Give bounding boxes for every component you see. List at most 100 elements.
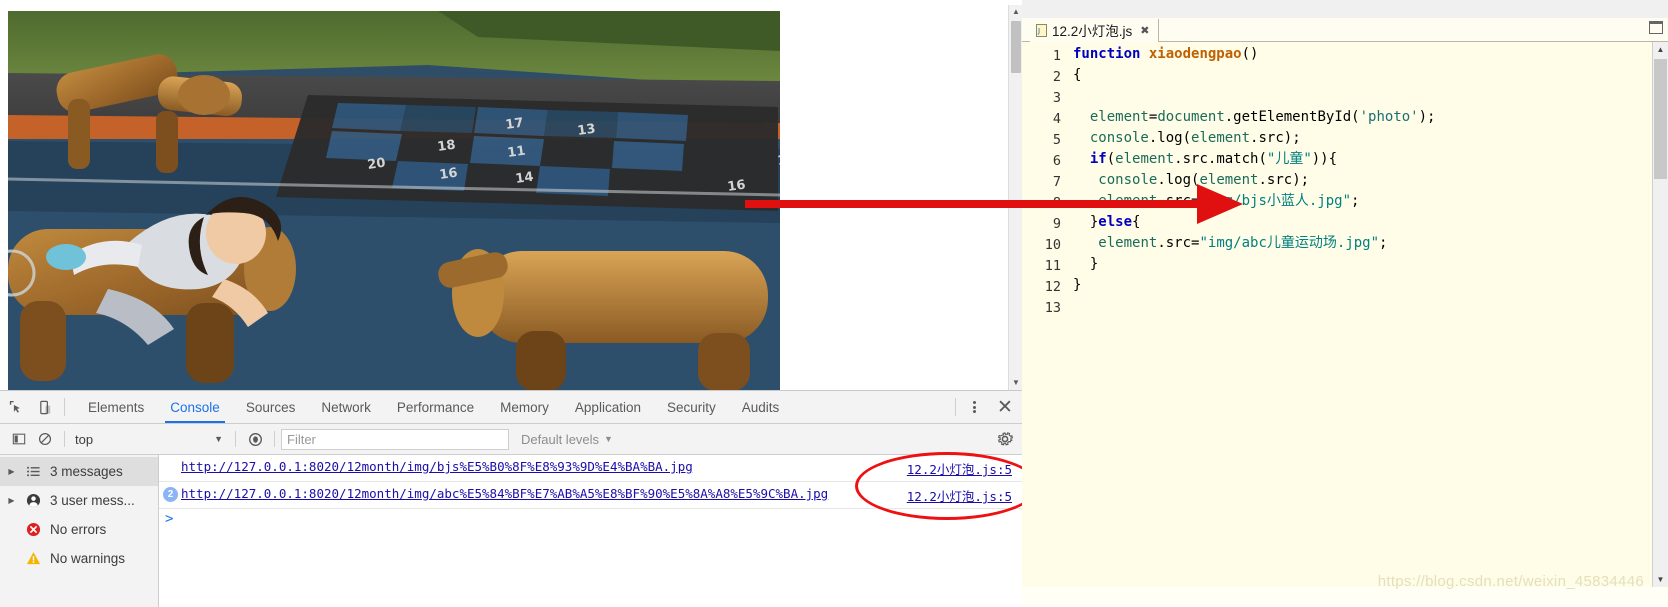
message-source-link[interactable]: 12.2小灯泡.js:5 [907, 486, 1012, 505]
filterbar-divider-1 [64, 431, 65, 447]
close-icon[interactable]: ✕ [988, 391, 1022, 423]
editor-code-area[interactable]: function xiaodengpao(){ element=document… [1067, 42, 1653, 587]
code-line: element=document.getElementById('photo')… [1073, 107, 1435, 128]
tab-label: Elements [88, 400, 144, 415]
tab-memory[interactable]: Memory [487, 391, 562, 423]
sidebar-item-label: No warnings [50, 551, 125, 566]
sidebar-item-warnings[interactable]: No warnings [0, 544, 158, 573]
code-line: console.log(element.src); [1073, 128, 1301, 149]
console-prompt[interactable]: > [159, 509, 1022, 537]
live-expression-icon[interactable] [242, 427, 268, 451]
line-number: 9 [1021, 214, 1061, 235]
code-line: } [1073, 275, 1081, 296]
tab-console[interactable]: Console [157, 391, 233, 423]
message-source-link[interactable]: 12.2小灯泡.js:5 [907, 459, 1012, 478]
tab-elements[interactable]: Elements [75, 391, 157, 423]
editor-scroll-down-arrow[interactable]: ▼ [1653, 572, 1668, 587]
code-line: element.src="img/abc儿童运动场.jpg"; [1073, 233, 1387, 254]
tab-audits[interactable]: Audits [729, 391, 793, 423]
code-line: }else{ [1073, 212, 1140, 233]
code-line: console.log(element.src); [1073, 170, 1309, 191]
editor-scroll-up-arrow[interactable]: ▲ [1653, 42, 1668, 57]
message-url-link[interactable]: http://127.0.0.1:8020/12month/img/abc%E5… [181, 485, 828, 502]
tab-label: Sources [246, 400, 296, 415]
tab-label: Performance [397, 400, 474, 415]
log-levels-dropdown[interactable]: Default levels ▼ [521, 432, 613, 447]
line-number: 4 [1021, 109, 1061, 130]
console-message-row[interactable]: 2 http://127.0.0.1:8020/12month/img/abc%… [159, 482, 1022, 509]
editor-scrollbar[interactable]: ▲ ▼ [1652, 42, 1668, 587]
playground-photo: 17 13 18 11 20 16 14 16 1 [8, 11, 780, 390]
line-number: 12 [1021, 277, 1061, 298]
svg-text:11: 11 [506, 144, 526, 161]
scroll-down-arrow[interactable]: ▼ [1009, 376, 1023, 390]
browser-pane: 17 13 18 11 20 16 14 16 1 [0, 0, 1022, 606]
scroll-up-arrow[interactable]: ▲ [1009, 5, 1023, 19]
tab-label: Security [667, 400, 716, 415]
minimize-icon[interactable] [1649, 21, 1663, 34]
code-line: if(element.src.match("儿童")){ [1073, 149, 1337, 170]
device-toolbar-icon[interactable] [30, 391, 60, 423]
tab-close-icon[interactable]: ✖ [1140, 24, 1149, 37]
svg-text:18: 18 [436, 138, 456, 155]
tab-performance[interactable]: Performance [384, 391, 487, 423]
devtools-panel: Elements Console Sources Network Perform… [0, 390, 1022, 607]
editor-scrollbar-thumb[interactable] [1654, 59, 1667, 179]
editor-tab-file[interactable]: J 12.2小灯泡.js ✖ [1030, 19, 1159, 42]
log-levels-label: Default levels [521, 432, 599, 447]
line-number: 10 [1021, 235, 1061, 256]
expand-triangle-icon[interactable]: ▶ [6, 467, 17, 476]
chevron-down-icon: ▼ [214, 434, 229, 444]
console-filter-bar: top ▼ Filter Default levels ▼ [0, 424, 1022, 455]
tab-sources[interactable]: Sources [233, 391, 309, 423]
devtools-tab-list: Elements Console Sources Network Perform… [69, 391, 792, 423]
sidebar-item-label: 3 user mess... [50, 493, 135, 508]
message-url-link[interactable]: http://127.0.0.1:8020/12month/img/bjs%E5… [181, 458, 693, 475]
line-number: 3 [1021, 88, 1061, 109]
line-number: 1 [1021, 46, 1061, 67]
filterbar-divider-3 [274, 431, 275, 447]
sidebar-item-errors[interactable]: No errors [0, 515, 158, 544]
line-number: 7 [1021, 172, 1061, 193]
expand-triangle-icon[interactable]: ▶ [6, 496, 17, 505]
editor-top-strip [1022, 0, 1668, 19]
inspect-element-icon[interactable] [0, 391, 30, 423]
code-editor-pane: J 12.2小灯泡.js ✖ function xiaodengpao(){ e… [1022, 0, 1668, 606]
svg-text:13: 13 [576, 122, 596, 139]
devtools-tabbar-right: ✕ [951, 391, 1022, 423]
console-sidebar: ▶ 3 messages ▶ 3 user mess... [0, 455, 159, 607]
line-number: 6 [1021, 151, 1061, 172]
line-number: 13 [1021, 298, 1061, 319]
execution-context-select[interactable]: top ▼ [71, 428, 229, 450]
line-number: 2 [1021, 67, 1061, 88]
console-message-row[interactable]: http://127.0.0.1:8020/12month/img/bjs%E5… [159, 455, 1022, 482]
more-options-icon[interactable] [960, 391, 988, 423]
tab-label: Application [575, 400, 641, 415]
svg-text:17: 17 [504, 116, 524, 133]
code-line: element.src="img/bjs小蓝人.jpg"; [1073, 191, 1359, 212]
list-icon [25, 464, 42, 479]
scrollbar-thumb[interactable] [1011, 21, 1021, 73]
tab-label: Memory [500, 400, 549, 415]
tab-network[interactable]: Network [308, 391, 384, 423]
sidebar-item-user-messages[interactable]: ▶ 3 user mess... [0, 486, 158, 515]
code-line: { [1073, 65, 1081, 86]
editor-tab-row: J 12.2小灯泡.js ✖ [1022, 18, 1668, 43]
screenshot-root: 17 13 18 11 20 16 14 16 1 [0, 0, 1668, 606]
filterbar-divider-2 [235, 431, 236, 447]
tab-security[interactable]: Security [654, 391, 729, 423]
filter-input[interactable]: Filter [281, 429, 509, 450]
tab-label: Network [321, 400, 371, 415]
page-viewport: 17 13 18 11 20 16 14 16 1 [0, 11, 1008, 390]
toolbar-divider-right [955, 398, 956, 416]
sidebar-item-messages[interactable]: ▶ 3 messages [0, 457, 158, 486]
watermark: https://blog.csdn.net/weixin_45834446 [1378, 573, 1644, 590]
clear-console-icon[interactable] [32, 427, 58, 451]
line-number: 5 [1021, 130, 1061, 151]
settings-gear-icon[interactable] [995, 429, 1015, 449]
console-sidebar-icon[interactable] [6, 427, 32, 451]
tab-application[interactable]: Application [562, 391, 654, 423]
tab-label: Audits [742, 400, 780, 415]
warning-icon [25, 551, 42, 566]
svg-text:16: 16 [438, 166, 458, 183]
